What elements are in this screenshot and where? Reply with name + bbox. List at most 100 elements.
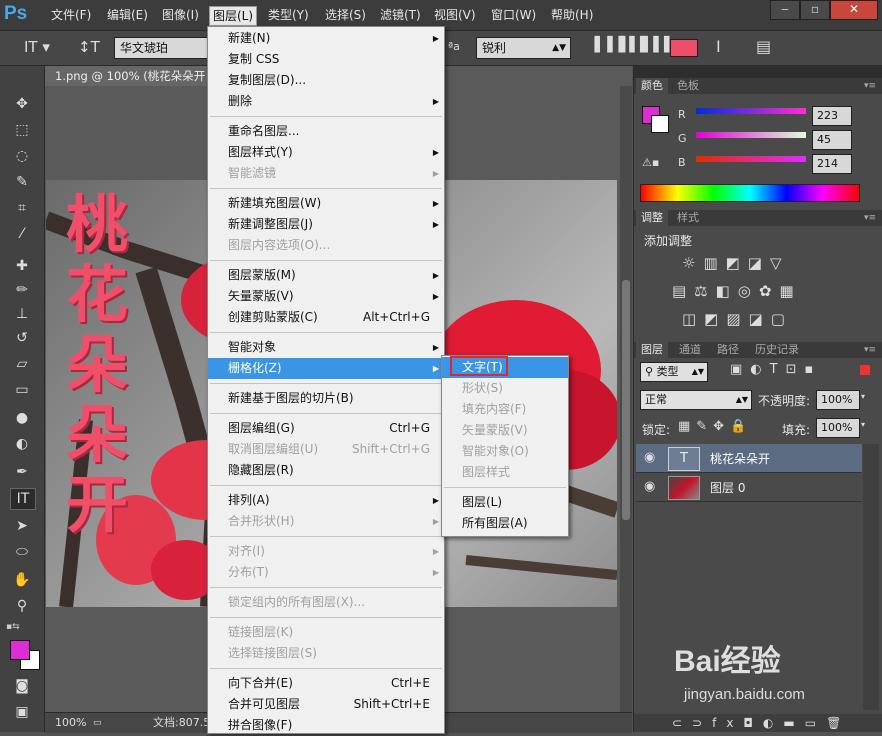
zoom-tool-icon[interactable]: ⚲	[10, 596, 34, 616]
filter-toggle-icon[interactable]	[860, 365, 870, 375]
layer-menu-item[interactable]: 拼合图像(F)	[208, 715, 444, 736]
canvas-text-layer[interactable]: 桃 花 朵 朵 开	[62, 190, 132, 540]
eraser-tool-icon[interactable]: ▱	[10, 354, 34, 374]
quick-mask-icon[interactable]: ◙	[10, 676, 34, 696]
menu-window[interactable]: 窗口(W)	[488, 6, 539, 24]
anti-alias-select[interactable]: 锐利 ▲▼	[476, 37, 571, 59]
font-family-field[interactable]: 华文琥珀	[114, 37, 216, 59]
path-select-tool-icon[interactable]: ➤	[10, 516, 34, 536]
blue-slider[interactable]	[696, 156, 806, 162]
layer-actions-bar[interactable]: ⊂⊃fx◘◐▬▭🗑	[634, 714, 882, 732]
minimize-button[interactable]: ‒	[770, 0, 800, 20]
panel-menu-icon[interactable]: ▾≡	[859, 210, 881, 226]
visibility-eye-icon[interactable]: ◉	[644, 479, 655, 494]
maximize-button[interactable]: ▫	[800, 0, 830, 20]
scrollbar-thumb[interactable]	[622, 280, 630, 520]
layer-name[interactable]: 图层 0	[710, 479, 745, 496]
layer-menu-item[interactable]: 隐藏图层(R)	[208, 460, 444, 481]
layer-menu-item[interactable]: 复制图层(D)...	[208, 70, 444, 91]
status-menu-icon[interactable]: ▭	[93, 713, 102, 733]
tab-swatches[interactable]: 色板	[672, 78, 704, 94]
red-value-field[interactable]: 223	[812, 106, 852, 126]
hand-tool-icon[interactable]: ✋	[10, 570, 34, 590]
layer-menu-item[interactable]: 新建基于图层的切片(B)	[208, 388, 444, 409]
layer-menu-item[interactable]: 智能对象 ▶	[208, 337, 444, 358]
tab-color[interactable]: 颜色	[636, 78, 668, 94]
blend-mode-select[interactable]: 正常 ▲▼	[640, 390, 752, 410]
layer-menu-item[interactable]: 新建填充图层(W) ▶	[208, 193, 444, 214]
layer-menu-item[interactable]: 向下合并(E) Ctrl+E	[208, 673, 444, 694]
menu-view[interactable]: 视图(V)	[431, 6, 479, 24]
blue-value-field[interactable]: 214	[812, 154, 852, 174]
zoom-level[interactable]: 100%	[55, 713, 86, 733]
tab-paths[interactable]: 路径	[712, 342, 744, 358]
opacity-dropdown-icon[interactable]: ▾	[861, 392, 865, 401]
adjustment-icons-row-1[interactable]: ☼▥◩◪▽	[682, 254, 790, 272]
type-tool-icon[interactable]: IT	[10, 488, 36, 510]
layer-row-image[interactable]: ◉ 图层 0	[636, 473, 862, 502]
eyedropper-tool-icon[interactable]: ⁄	[10, 224, 34, 244]
menu-select[interactable]: 选择(S)	[322, 6, 369, 24]
close-button[interactable]: ✕	[830, 0, 878, 20]
visibility-eye-icon[interactable]: ◉	[644, 450, 655, 465]
pen-tool-icon[interactable]: ✒	[10, 462, 34, 482]
type-tool-preset-icon[interactable]: IT ▾	[24, 38, 50, 56]
layers-scrollbar[interactable]	[863, 444, 879, 710]
color-spectrum-bar[interactable]	[640, 184, 860, 202]
menu-image[interactable]: 图像(I)	[159, 6, 202, 24]
adjustment-icons-row-2[interactable]: ▤⚖◧◎✿▦	[672, 282, 802, 300]
layer-menu-item[interactable]: 图层样式(Y) ▶	[208, 142, 444, 163]
tab-layers[interactable]: 图层	[636, 342, 668, 358]
green-value-field[interactable]: 45	[812, 130, 852, 150]
layer-menu-item[interactable]: 创建剪贴蒙版(C) Alt+Ctrl+G	[208, 307, 444, 328]
rasterize-menu-item[interactable]: 所有图层(A)	[442, 513, 568, 534]
lock-icons[interactable]: ▦✎✥🔒	[678, 419, 752, 434]
layer-menu-item[interactable]: 复制 CSS	[208, 49, 444, 70]
layer-menu-item[interactable]: 排列(A) ▶	[208, 490, 444, 511]
layer-menu-item[interactable]: 图层编组(G) Ctrl+G	[208, 418, 444, 439]
document-tab[interactable]: 1.png @ 100% (桃花朵朵开	[45, 66, 226, 86]
fill-field[interactable]: 100%	[816, 418, 860, 438]
text-color-swatch[interactable]	[670, 39, 698, 57]
healing-brush-tool-icon[interactable]: ✚	[10, 256, 34, 276]
adjustment-icons-row-3[interactable]: ◫◩▨◪▢	[682, 310, 793, 328]
dodge-tool-icon[interactable]: ◐	[10, 434, 34, 454]
history-brush-tool-icon[interactable]: ↺	[10, 328, 34, 348]
align-right-icon[interactable]: ▐▐▐	[637, 37, 669, 53]
shape-tool-icon[interactable]: ⬭	[10, 542, 34, 562]
blur-tool-icon[interactable]: ●	[10, 408, 34, 428]
layer-menu-item[interactable]: 删除 ▶	[208, 91, 444, 112]
character-panel-icon[interactable]: ▤	[756, 37, 771, 56]
foreground-color-swatch[interactable]	[10, 640, 30, 660]
move-tool-icon[interactable]: ✥	[10, 94, 34, 114]
marquee-tool-icon[interactable]: ⬚	[10, 120, 34, 140]
menu-type[interactable]: 类型(Y)	[265, 6, 312, 24]
gradient-tool-icon[interactable]: ▭	[10, 380, 34, 400]
layer-name[interactable]: 桃花朵朵开	[710, 450, 770, 467]
menu-help[interactable]: 帮助(H)	[548, 6, 596, 24]
default-colors-icon[interactable]: ▪⇆	[6, 622, 20, 632]
panel-menu-icon[interactable]: ▾≡	[859, 78, 881, 94]
menu-file[interactable]: 文件(F)	[48, 6, 94, 24]
gamut-warning-icon[interactable]: ⚠▪	[642, 156, 659, 169]
layer-menu-item[interactable]: 重命名图层...	[208, 121, 444, 142]
screen-mode-icon[interactable]: ▣	[10, 702, 34, 722]
opacity-field[interactable]: 100%	[816, 390, 860, 410]
crop-tool-icon[interactable]: ⌗	[10, 198, 34, 218]
toggle-orientation-icon[interactable]: ↕T	[78, 38, 100, 56]
menu-filter[interactable]: 滤镜(T)	[377, 6, 424, 24]
panel-menu-icon[interactable]: ▾≡	[859, 342, 881, 358]
layer-menu-item[interactable]: 栅格化(Z) ▶	[208, 358, 444, 379]
layer-menu-item[interactable]: 新建(N) ▶	[208, 28, 444, 49]
layer-menu-item[interactable]: 矢量蒙版(V) ▶	[208, 286, 444, 307]
quick-select-tool-icon[interactable]: ✎	[10, 172, 34, 192]
layer-row-text[interactable]: ◉ T 桃花朵朵开	[636, 444, 862, 473]
tab-styles[interactable]: 样式	[672, 210, 704, 226]
rasterize-menu-item[interactable]: 图层(L)	[442, 492, 568, 513]
layer-menu-item[interactable]: 图层蒙版(M) ▶	[208, 265, 444, 286]
layer-menu-item[interactable]: 新建调整图层(J) ▶	[208, 214, 444, 235]
fill-dropdown-icon[interactable]: ▾	[861, 420, 865, 429]
warp-text-icon[interactable]: Ⅰ	[716, 37, 721, 56]
menu-edit[interactable]: 编辑(E)	[104, 6, 151, 24]
brush-tool-icon[interactable]: ✏	[10, 280, 34, 300]
